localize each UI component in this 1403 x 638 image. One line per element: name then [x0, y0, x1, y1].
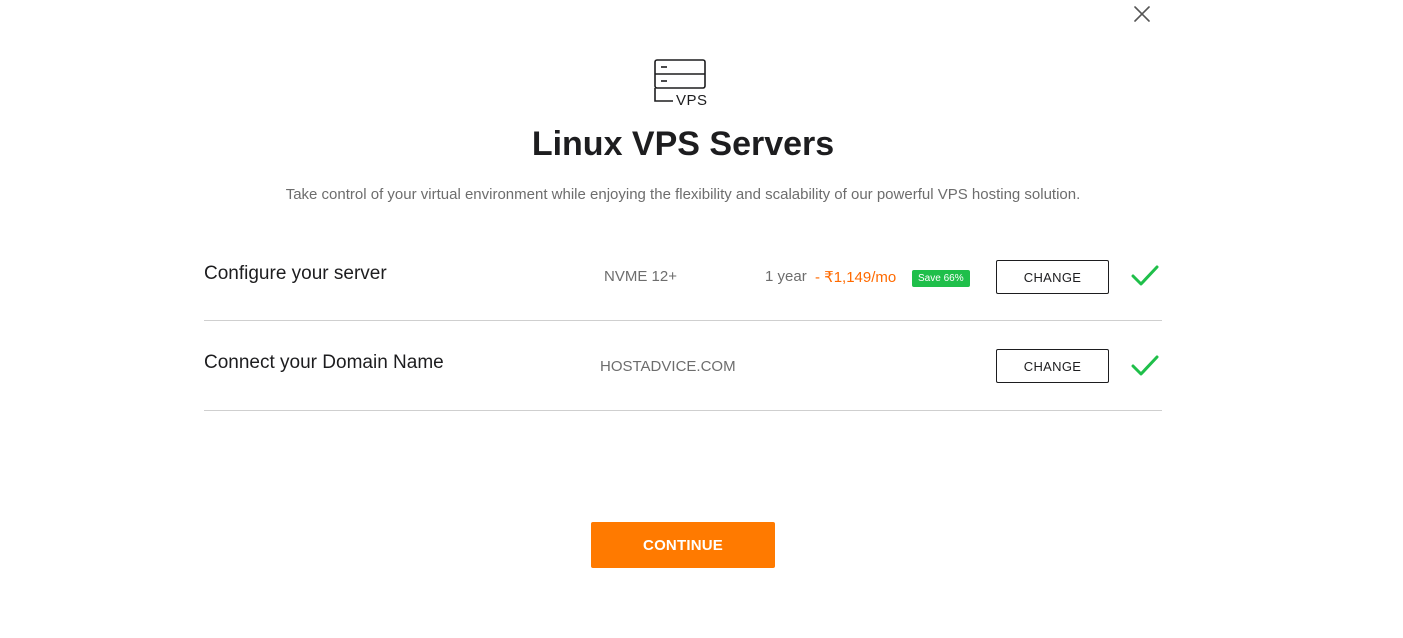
change-domain-button[interactable]: CHANGE	[996, 349, 1109, 383]
page-title: Linux VPS Servers	[531, 125, 835, 163]
checkmark-icon	[1131, 355, 1159, 376]
price-per-month: - ₹1,149/mo	[815, 269, 897, 286]
server-plan-value: NVME 12+	[604, 268, 677, 285]
change-server-button[interactable]: CHANGE	[996, 260, 1109, 294]
connect-domain-row: Connect your Domain Name HOSTADVICE.COM …	[204, 320, 1162, 411]
close-button[interactable]	[1130, 2, 1154, 26]
close-icon	[1134, 6, 1150, 22]
continue-button[interactable]: CONTINUE	[591, 522, 775, 568]
configure-server-label: Configure your server	[204, 263, 387, 284]
save-badge: Save 66%	[912, 270, 970, 287]
server-icon-label: VPS	[676, 92, 708, 109]
vps-setup-modal: VPS Linux VPS Servers Take control of yo…	[0, 0, 1403, 638]
checkmark-icon	[1131, 265, 1159, 286]
connect-domain-label: Connect your Domain Name	[204, 352, 444, 373]
configure-server-row: Configure your server NVME 12+ 1 year - …	[204, 230, 1162, 321]
page-subtitle: Take control of your virtual environment…	[285, 186, 1081, 203]
billing-term: 1 year	[765, 268, 807, 285]
domain-name-value: HOSTADVICE.COM	[600, 358, 736, 375]
